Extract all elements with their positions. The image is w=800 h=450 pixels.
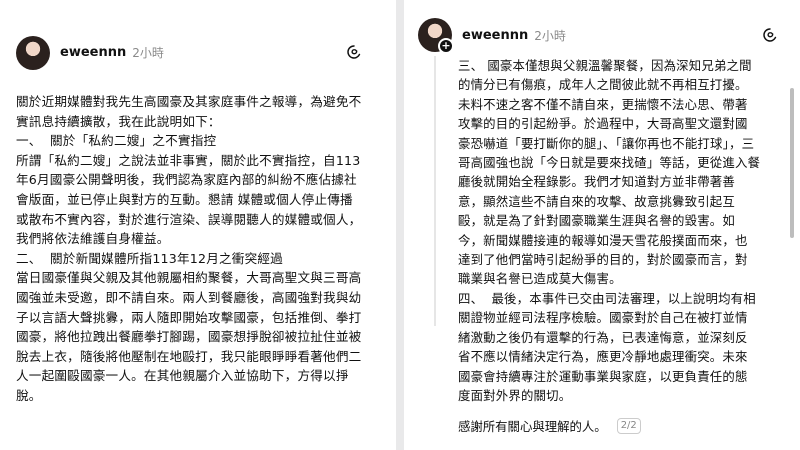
post-header: eweennn 2小時 <box>16 34 382 70</box>
threads-logo-icon[interactable] <box>346 44 362 60</box>
post-header: + eweennn 2小時 <box>418 18 784 54</box>
scrollbar[interactable] <box>790 88 794 238</box>
closing-line: 感謝所有關心與理解的人。 2/2 <box>458 417 784 435</box>
post-body: 關於近期媒體對我先生高國豪及其家庭事件之報導，為避免不 實訊息持續擴散，我在此說… <box>16 94 362 403</box>
avatar[interactable] <box>16 36 50 70</box>
thread-line <box>434 56 436 326</box>
closing-text: 感謝所有關心與理解的人。 <box>458 419 607 435</box>
post-body: 三、 國豪本僅想與父親溫馨聚餐，因為深知兄弟之間 的情分已有傷痕，成年人之間彼此… <box>458 58 761 403</box>
avatar[interactable]: + <box>418 18 454 54</box>
post-content: 三、 國豪本僅想與父親溫馨聚餐，因為深知兄弟之間 的情分已有傷痕，成年人之間彼此… <box>458 56 784 450</box>
username[interactable]: eweennn <box>60 45 126 60</box>
post-time: 2小時 <box>132 45 164 60</box>
left-post-card: eweennn 2小時 關於近期媒體對我先生高國豪及其家庭事件之報導，為避免不 … <box>0 0 396 450</box>
follow-plus-icon[interactable]: + <box>438 38 454 54</box>
post-time: 2小時 <box>534 28 566 43</box>
right-post-card: + eweennn 2小時 三、 國豪本僅想與父親溫馨聚餐，因為深知兄弟之間 的… <box>404 0 800 450</box>
page-indicator: 2/2 <box>616 418 641 435</box>
username[interactable]: eweennn <box>462 28 528 43</box>
threads-logo-icon[interactable] <box>762 27 778 43</box>
